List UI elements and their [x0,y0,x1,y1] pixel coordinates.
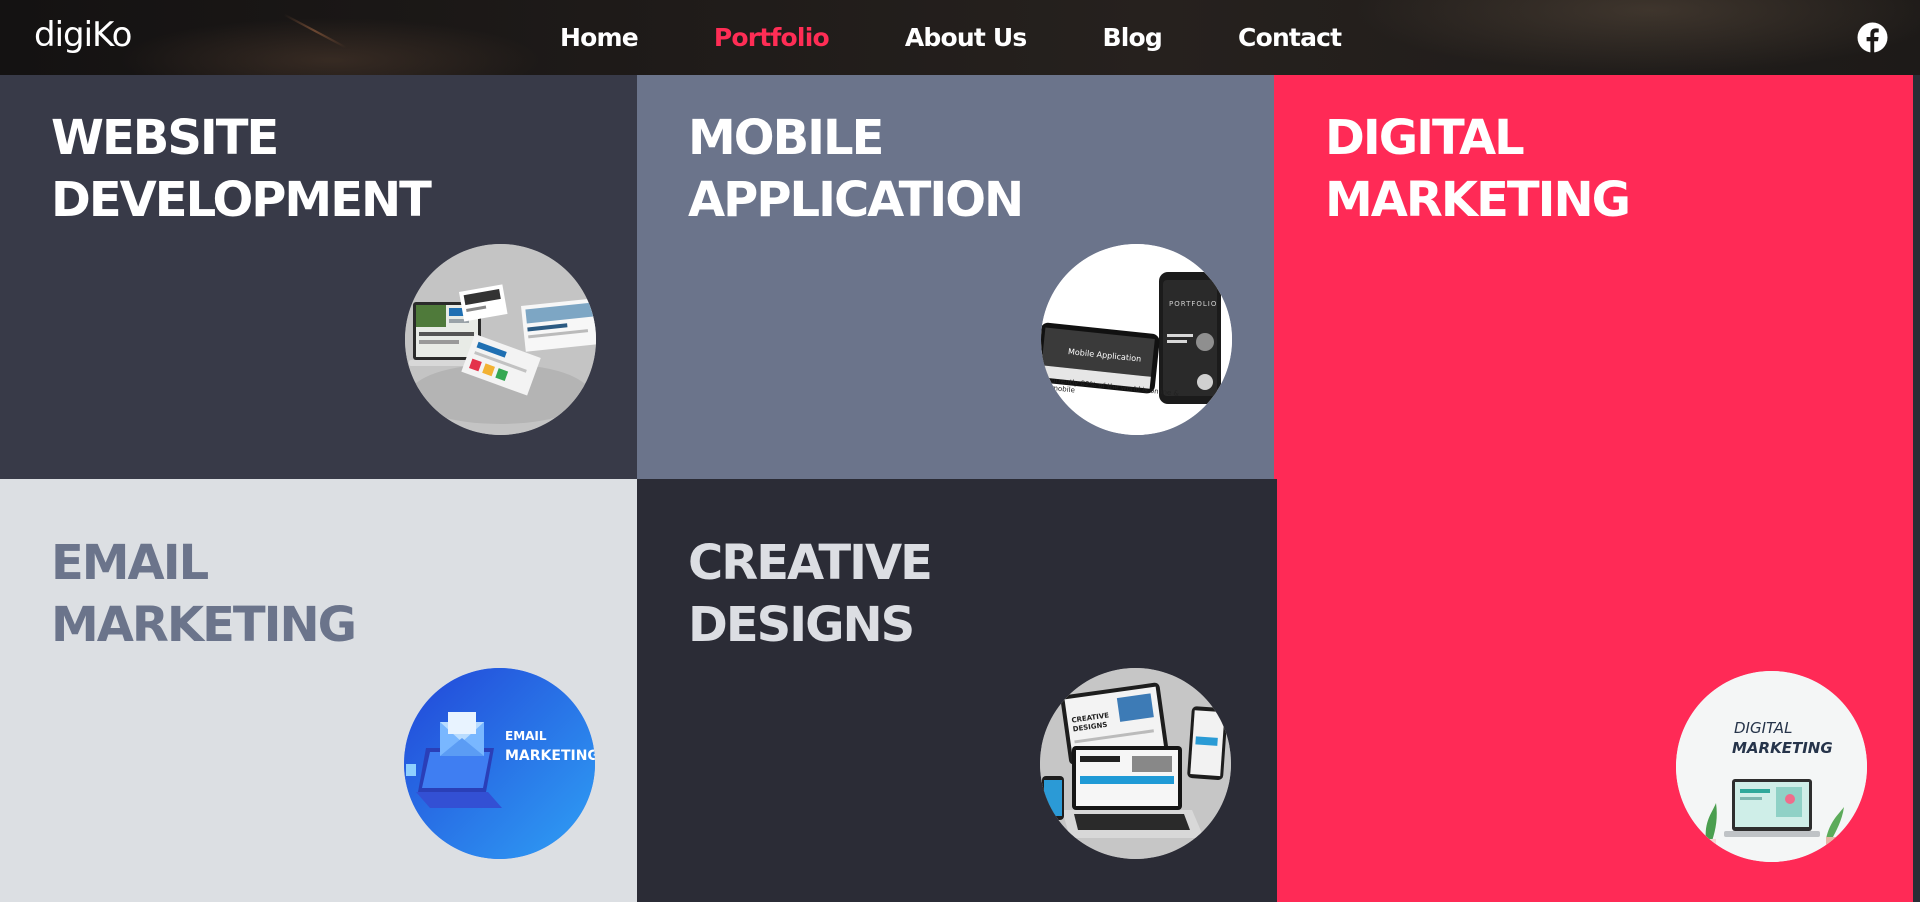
nav-home[interactable]: Home [560,23,639,52]
svg-text:MARKETING: MARKETING [1732,739,1833,757]
tile-title: WEBSITE DEVELOPMENT [51,110,432,228]
nav-contact[interactable]: Contact [1238,23,1342,52]
header-decoration [283,13,347,49]
nav-about-us[interactable]: About Us [905,23,1027,52]
facebook-icon[interactable] [1857,22,1888,53]
nav-portfolio[interactable]: Portfolio [714,23,830,52]
tile-title: DIGITAL MARKETING [1325,110,1631,228]
creative-designs-thumbnail: CREATIVE DESIGNS [1040,668,1231,859]
svg-text:EMAIL: EMAIL [505,729,547,743]
website-development-thumbnail [405,244,596,435]
svg-text:DIGITAL: DIGITAL [1734,719,1792,737]
digital-marketing-thumbnail: DIGITAL MARKETING [1676,671,1867,862]
tile-digital-marketing[interactable]: DIGITAL MARKETING DIGITAL MARKETING [1274,75,1913,902]
tile-email-marketing[interactable]: EMAIL MARKETING EMAIL MARKETING [0,479,637,902]
svg-text:MARKETING: MARKETING [505,748,595,764]
tile-mobile-application[interactable]: MOBILE APPLICATION PORTFOLIO Mobile Appl… [637,75,1274,479]
tile-website-development[interactable]: WEBSITE DEVELOPMENT [0,75,637,479]
tile-title: CREATIVE DESIGNS [688,535,933,653]
logo-text: digiKo [34,15,132,55]
email-marketing-thumbnail: EMAIL MARKETING [404,668,595,859]
tile-creative-designs[interactable]: CREATIVE DESIGNS CREATIVE DESIGNS [637,479,1277,902]
site-logo[interactable]: digiKo [34,10,132,60]
nav-blog[interactable]: Blog [1103,23,1163,52]
site-header: digiKo Home Portfolio About Us Blog Cont… [0,0,1920,75]
tile-title: EMAIL MARKETING [51,535,357,653]
mobile-application-thumbnail: PORTFOLIO Mobile Application currently 8… [1041,244,1232,435]
svg-text:PORTFOLIO: PORTFOLIO [1169,300,1217,308]
main-nav: Home Portfolio About Us Blog Contact [560,0,1417,75]
tile-title: MOBILE APPLICATION [688,110,1024,228]
svg-text:mobile: mobile [1051,384,1075,394]
